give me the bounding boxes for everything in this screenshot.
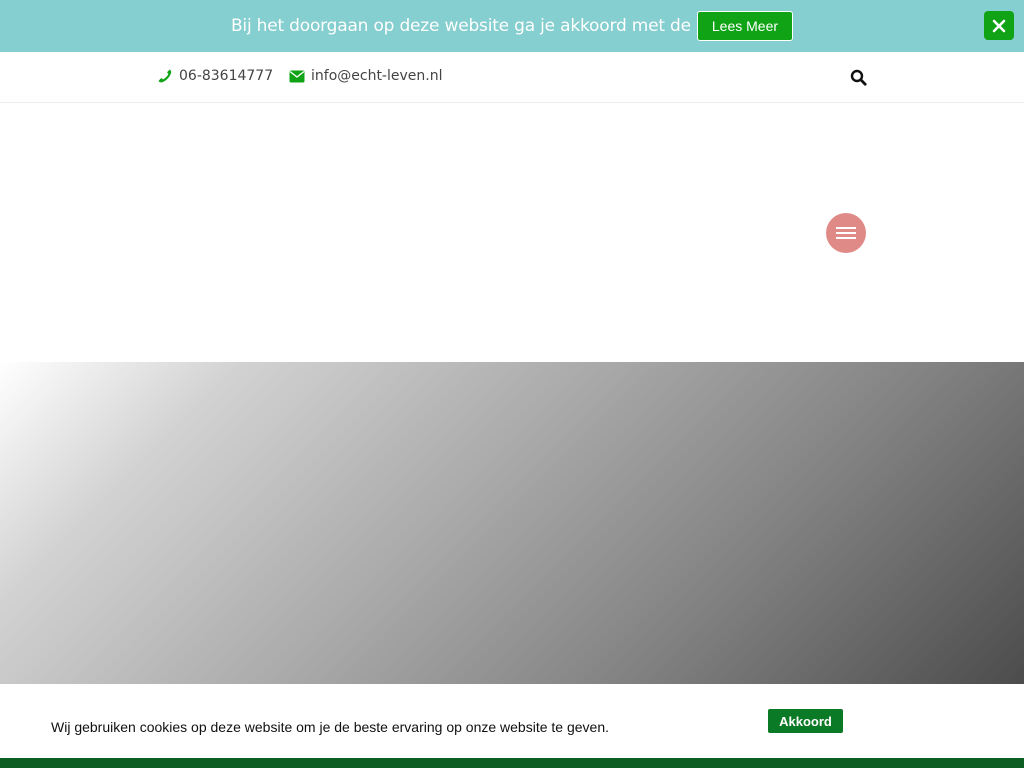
contact-phone[interactable]: 06-83614777 [157,68,273,84]
search-button[interactable] [850,69,868,87]
hamburger-menu-icon [836,232,856,234]
close-icon [992,19,1006,33]
cookie-bar: Wij gebruiken cookies op deze website om… [0,684,1024,758]
phone-icon [157,68,173,84]
lees-meer-button[interactable]: Lees Meer [696,11,794,41]
phone-number: 06-83614777 [179,68,274,84]
contact-email[interactable]: info@echt-leven.nl [289,68,442,84]
notice-bar: Bij het doorgaan op deze website ga je a… [0,0,1024,52]
notice-text: Bij het doorgaan op deze website ga je a… [230,16,691,36]
footer-strip [0,758,1024,768]
hamburger-menu-icon [836,237,856,239]
site-header [0,104,1024,362]
search-icon [850,69,867,86]
hero-banner [0,362,1024,684]
akkoord-button[interactable]: Akkoord [768,709,843,733]
hamburger-menu-icon [836,227,856,229]
cookie-text: Wij gebruiken cookies op deze website om… [51,719,609,735]
envelope-icon [289,70,305,83]
notice-close-button[interactable] [984,11,1014,40]
contact-bar: 06-83614777 info@echt-leven.nl [0,52,1024,103]
email-address: info@echt-leven.nl [311,68,443,84]
menu-toggle-button[interactable] [826,213,866,253]
